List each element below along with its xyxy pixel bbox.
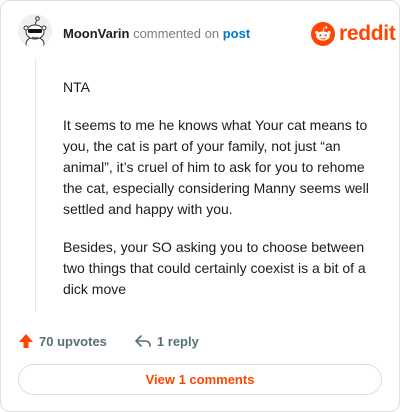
reddit-wordmark: reddit [339,22,396,45]
upvote-button[interactable]: 70 upvotes [18,333,107,349]
snoo-avatar-icon [18,14,52,48]
thread-line[interactable] [35,59,36,311]
comment-body: NTA It seems to me he knows what Your ca… [63,77,373,317]
comment-actions: 70 upvotes 1 reply [18,331,226,351]
reply-button[interactable]: 1 reply [134,333,199,349]
comment-card: MoonVarin commented on post reddit NTA I… [0,0,400,412]
reply-count: 1 reply [156,333,199,349]
reply-arrow-icon [135,335,151,347]
comment-header: MoonVarin commented on post [63,26,250,42]
comment-paragraph: It seems to me he knows what Your cat me… [63,117,369,217]
reddit-logo[interactable]: reddit [311,21,396,47]
comment-action-text: commented on [133,26,220,41]
view-comments-button[interactable]: View 1 comments [18,364,382,395]
post-link[interactable]: post [223,26,250,41]
username-link[interactable]: MoonVarin [63,26,129,41]
user-avatar[interactable] [18,14,52,48]
comment-paragraph: Besides, your SO asking you to choose be… [63,239,366,297]
comment-paragraph: NTA [63,79,90,95]
upvote-count: 70 upvotes [39,333,107,349]
reddit-snoo-icon [311,22,335,46]
upvote-arrow-icon [19,334,33,348]
